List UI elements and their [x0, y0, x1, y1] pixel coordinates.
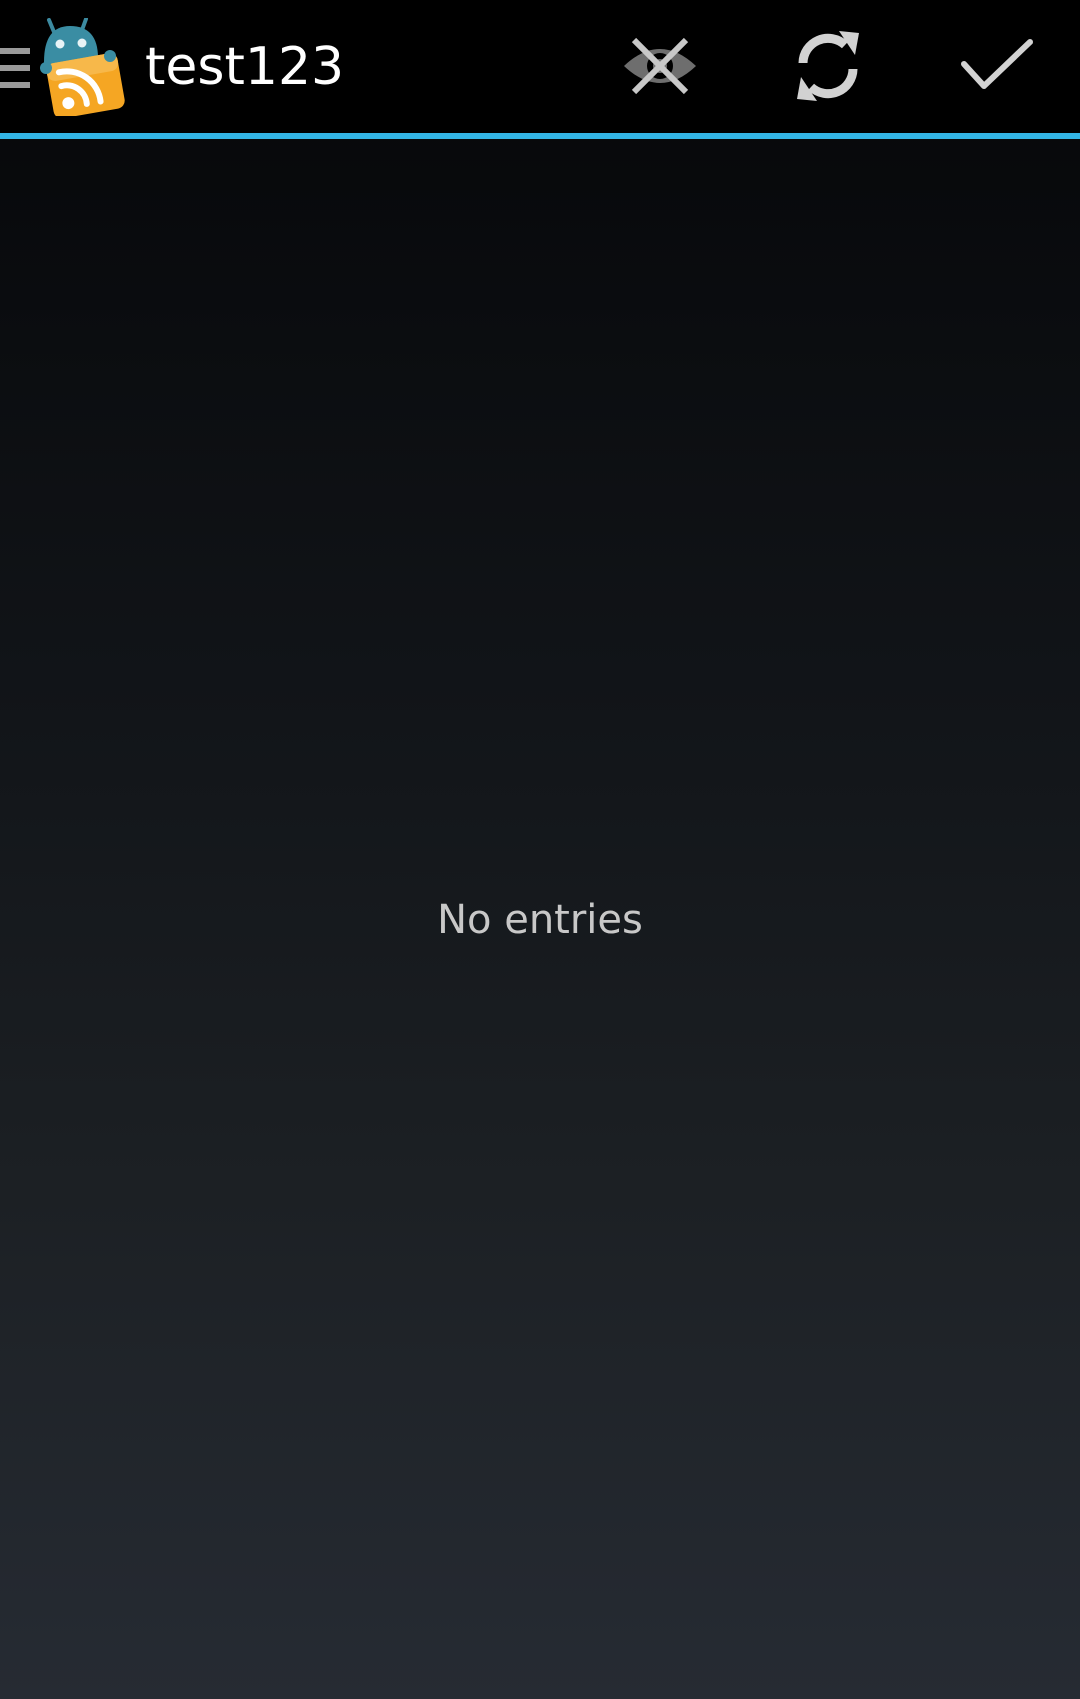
menu-icon[interactable] — [0, 44, 30, 92]
app-logo-icon[interactable] — [40, 17, 130, 119]
eye-crossed-icon — [620, 36, 700, 100]
hide-read-button[interactable] — [605, 16, 715, 120]
checkmark-icon — [960, 38, 1034, 98]
refresh-button[interactable] — [773, 16, 883, 120]
refresh-icon — [793, 29, 863, 107]
mark-all-read-button[interactable] — [942, 16, 1052, 120]
empty-list-message: No entries — [437, 897, 643, 943]
action-bar: test123 — [0, 0, 1080, 139]
page-title: test123 — [145, 37, 345, 97]
